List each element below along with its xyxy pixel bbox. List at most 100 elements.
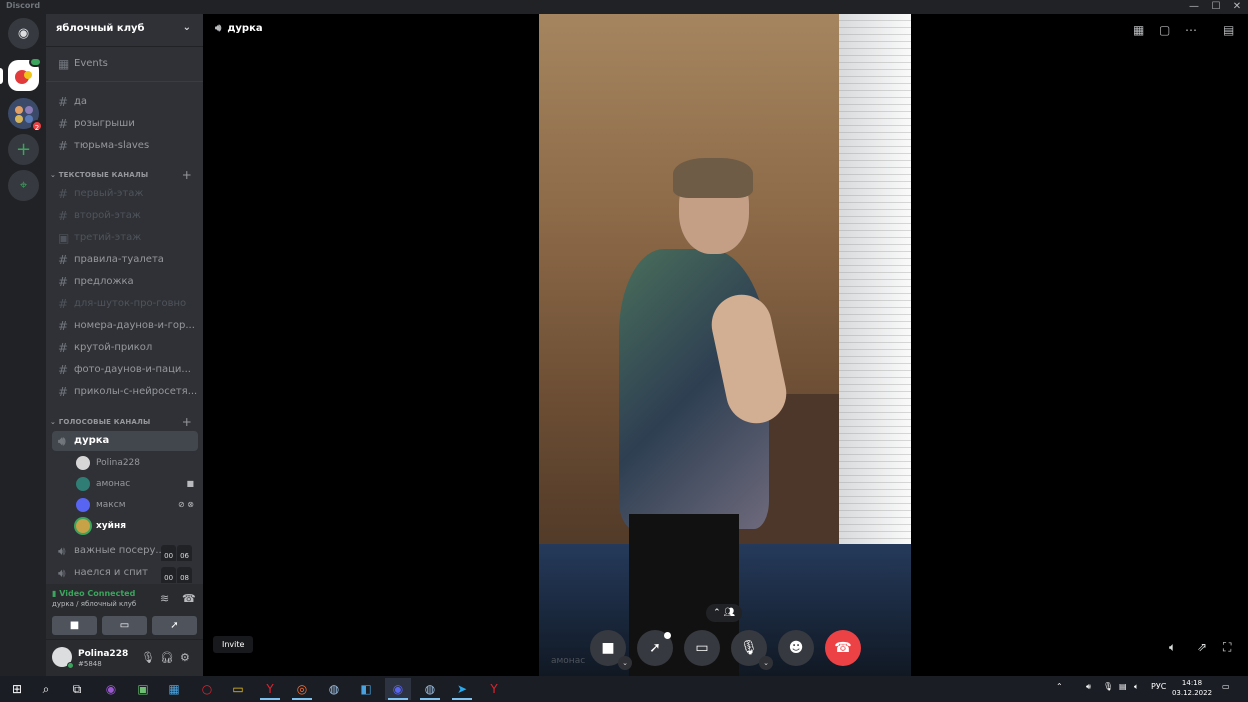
channel-first-floor[interactable]: # первый-этаж xyxy=(52,184,198,204)
store-icon[interactable]: ▦ xyxy=(161,678,187,700)
invite-button[interactable]: Invite xyxy=(213,636,254,653)
media-app-icon[interactable]: ◉ xyxy=(98,678,124,700)
activity-button[interactable]: ➚ xyxy=(637,630,673,666)
file-explorer-icon[interactable]: ▭ xyxy=(225,678,251,700)
minimize-button[interactable]: — xyxy=(1183,0,1205,14)
channel-da[interactable]: # да xyxy=(52,92,198,112)
headphones-icon[interactable]: 🎧︎ xyxy=(160,651,174,664)
channel-photos[interactable]: # фото-даунов-и-паци... xyxy=(52,360,198,380)
voice-user[interactable]: Polina228 xyxy=(74,453,198,473)
soundboard-button[interactable]: ☻ xyxy=(778,630,814,666)
create-channel-icon[interactable]: + xyxy=(182,168,192,182)
system-clock[interactable]: 14:18 03.12.2022 xyxy=(1168,678,1216,698)
opera-icon[interactable]: ○ xyxy=(194,678,220,700)
notifications-icon[interactable]: ▭ xyxy=(1222,682,1230,691)
more-options-icon[interactable]: ⋯ xyxy=(1185,23,1197,37)
channel-numbers[interactable]: # номера-даунов-и-гор... xyxy=(52,316,198,336)
channel-third-floor[interactable]: ▣ третий-этаж xyxy=(52,228,198,248)
app-icon[interactable]: ◧ xyxy=(353,678,379,700)
channel-cool-prank[interactable]: # крутой-прикол xyxy=(52,338,198,358)
user-tag: #5848 xyxy=(78,660,102,668)
voice-user-name: Polina228 xyxy=(96,458,141,468)
disconnect-button[interactable]: ☎ xyxy=(825,630,861,666)
chevron-down-icon[interactable]: ⌄ xyxy=(618,656,632,670)
tray-audio-icon[interactable]: 🔊︎ xyxy=(1086,682,1091,692)
yandex-icon[interactable]: Y xyxy=(481,678,507,700)
channel-suggestions[interactable]: # предложка xyxy=(52,272,198,292)
activity-button[interactable]: ➚ xyxy=(152,616,197,635)
disconnect-icon[interactable]: ☎ xyxy=(182,592,196,605)
channel-neural-jokes[interactable]: # приколы-с-нейросетя... xyxy=(52,382,198,402)
avatar xyxy=(76,456,90,470)
text-channels-category[interactable]: ⌄ ТЕКСТОВЫЕ КАНАЛЫ + xyxy=(50,168,198,182)
telegram-icon[interactable]: ➤ xyxy=(449,678,475,700)
volume-icon[interactable]: 🔈︎ xyxy=(1134,682,1139,692)
minecraft-icon[interactable]: ▣ xyxy=(130,678,156,700)
settings-gear-icon[interactable]: ⚙ xyxy=(180,651,190,664)
explore-servers-button[interactable]: ⌖ xyxy=(8,170,39,201)
noise-suppression-icon[interactable]: ≋ xyxy=(160,592,169,605)
camera-button[interactable]: ■ xyxy=(52,616,97,635)
app-title: Discord xyxy=(6,1,41,10)
participants-toggle[interactable]: ⌃ 👥︎ xyxy=(706,604,742,622)
home-button[interactable]: ◉ xyxy=(8,18,39,49)
fullscreen-icon[interactable]: ⛶ xyxy=(1223,640,1231,655)
tray-expand-icon[interactable]: ⌃ xyxy=(1056,682,1063,691)
channel-giveaways[interactable]: # розыгрыши xyxy=(52,114,198,134)
search-icon[interactable]: ⌕ xyxy=(33,678,59,700)
events-item[interactable]: ▦ Events xyxy=(52,54,198,74)
channel-jail-slaves[interactable]: # тюрьма-slaves xyxy=(52,136,198,156)
add-server-button[interactable]: + xyxy=(8,134,39,165)
volume-icon[interactable]: 🔈︎ xyxy=(1169,640,1176,655)
chevron-down-icon: ⌄ xyxy=(182,22,191,33)
microphone-icon[interactable]: 🎙︎ xyxy=(141,651,155,664)
channel-second-floor[interactable]: # второй-этаж xyxy=(52,206,198,226)
maximize-button[interactable]: ☐ xyxy=(1205,0,1227,14)
create-channel-icon[interactable]: + xyxy=(182,415,192,429)
yandex-browser-icon[interactable]: Y xyxy=(257,678,283,700)
video-blinds xyxy=(839,14,911,574)
rocket-icon: ➚ xyxy=(649,640,661,656)
camera-toggle-button[interactable]: ■ ⌄ xyxy=(590,630,632,670)
firefox-icon[interactable]: ◎ xyxy=(289,678,315,700)
close-button[interactable]: ✕ xyxy=(1226,0,1248,14)
chevron-down-icon[interactable]: ⌄ xyxy=(759,656,773,670)
video-tile[interactable]: амонас xyxy=(539,14,911,676)
discord-taskbar-icon[interactable]: ◉ xyxy=(385,678,411,700)
steam-window-icon[interactable]: ◍ xyxy=(417,678,443,700)
mute-button[interactable]: 🎙︎ ⌄ xyxy=(731,630,773,670)
server-icon-2[interactable]: 2 xyxy=(8,98,43,132)
grid-layout-icon[interactable]: ▦ xyxy=(1133,23,1144,37)
network-icon[interactable]: ▤ xyxy=(1119,682,1127,691)
popout-icon[interactable]: ▢ xyxy=(1159,23,1170,37)
server-header[interactable]: яблочный клуб ⌄ xyxy=(46,14,203,47)
language-indicator[interactable]: РУС xyxy=(1151,682,1166,691)
avatar xyxy=(76,498,90,512)
voice-channel-important[interactable]: 🔊︎ важные посеру... 00 06 xyxy=(52,541,198,561)
connection-status[interactable]: ▮ Video Connected xyxy=(52,589,135,598)
speaker-icon: 🔊︎ xyxy=(58,566,66,580)
window-titlebar: Discord — ☐ ✕ xyxy=(0,0,1248,14)
voice-channel-sleep[interactable]: 🔊︎ наелся и спит 00 08 xyxy=(52,563,198,583)
task-view-icon[interactable]: ⧉ xyxy=(64,678,90,700)
voice-channel-durka[interactable]: 🔊︎ дурка xyxy=(52,431,198,451)
popout-window-icon[interactable]: ⇗ xyxy=(1197,640,1207,654)
channel-toilet-rules[interactable]: # правила-туалета xyxy=(52,250,198,270)
screen-share-button[interactable]: ▭ xyxy=(684,630,720,666)
channel-jokes[interactable]: # для-шуток-про-говно xyxy=(52,294,198,314)
channel-label: правила-туалета xyxy=(74,254,164,265)
windows-start-icon[interactable]: ⊞ xyxy=(4,678,30,700)
voice-user[interactable]: максм ⊘ ⊗ xyxy=(74,495,198,515)
tray-mic-icon[interactable]: 🎙︎ xyxy=(1103,682,1113,691)
user-panel: Polina228 #5848 🎙︎ 🎧︎ ⚙ xyxy=(46,640,203,676)
steam-icon[interactable]: ◍ xyxy=(321,678,347,700)
hash-icon: # xyxy=(58,95,69,109)
voice-user[interactable]: хуйня xyxy=(74,516,198,536)
channel-label: крутой-прикол xyxy=(74,342,153,353)
connection-location[interactable]: дурка / яблочный клуб xyxy=(52,600,136,608)
voice-user[interactable]: амонас ■ xyxy=(74,474,198,494)
server-icon-apple-club[interactable] xyxy=(8,57,42,91)
screen-share-button[interactable]: ▭ xyxy=(102,616,147,635)
voice-channels-category[interactable]: ⌄ ГОЛОСОВЫЕ КАНАЛЫ + xyxy=(50,415,198,429)
chat-icon[interactable]: ▤ xyxy=(1223,23,1234,37)
